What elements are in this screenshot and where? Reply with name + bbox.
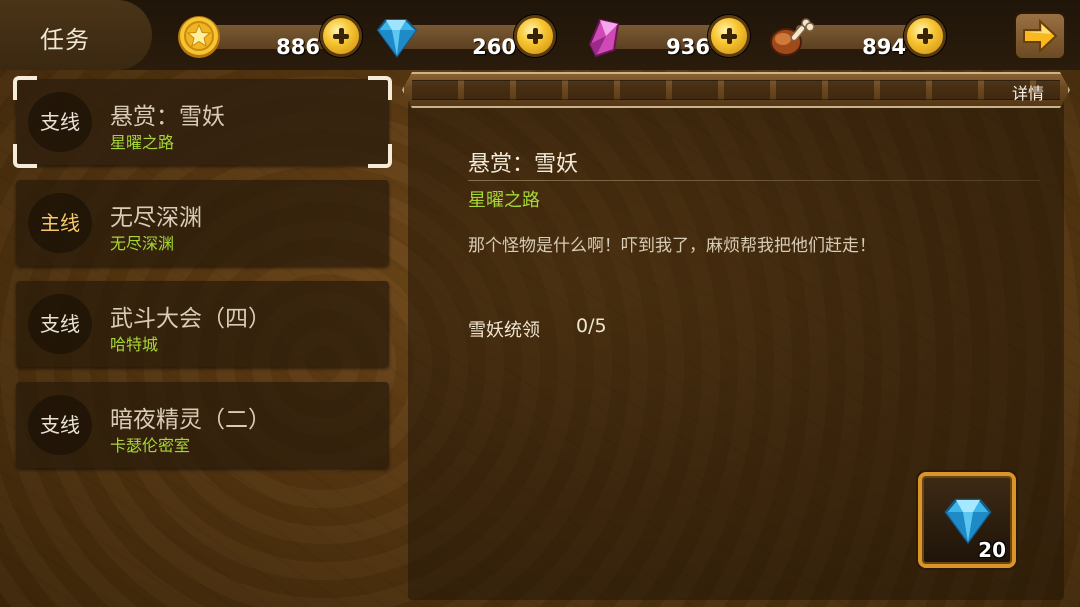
quest-location: 哈特城 xyxy=(110,335,159,354)
reward-count: 20 xyxy=(978,538,1006,562)
gold-coin-icon xyxy=(178,16,220,58)
meat-value: 894 xyxy=(862,35,906,59)
resource-crystal: 936 xyxy=(580,14,750,59)
blue-diamond-icon xyxy=(376,19,418,58)
selection-corner xyxy=(368,144,392,168)
detail-quest-title: 悬赏：雪妖 xyxy=(468,152,579,177)
selection-corner xyxy=(13,144,37,168)
gold-value: 886 xyxy=(276,35,320,59)
selection-corner xyxy=(13,76,37,100)
top-bar: 任务 886 260 936 894 xyxy=(0,0,1080,70)
detail-header-bar: 详情 xyxy=(402,72,1070,108)
resource-gold: 886 xyxy=(176,14,362,59)
objective-label: 雪妖统领 xyxy=(468,320,540,341)
quest-location: 卡瑟伦密室 xyxy=(110,436,191,455)
arrow-right-icon xyxy=(1023,18,1058,54)
selection-corner xyxy=(368,76,392,100)
detail-quest-location: 星曜之路 xyxy=(468,190,540,211)
detail-tab-label[interactable]: 详情 xyxy=(1012,80,1044,104)
diamond-value: 260 xyxy=(472,35,516,59)
crystal-add-button[interactable] xyxy=(708,15,750,57)
resource-diamond: 260 xyxy=(372,14,556,59)
pink-crystal-icon xyxy=(588,18,620,58)
quest-title: 无尽深渊 xyxy=(110,205,202,231)
quest-list-item[interactable]: 主线 无尽深渊 无尽深渊 xyxy=(16,180,389,266)
next-button[interactable] xyxy=(1014,12,1066,60)
quest-type-badge: 支线 xyxy=(28,395,92,455)
reward-item-slot[interactable]: 20 xyxy=(918,472,1016,568)
quest-location: 无尽深渊 xyxy=(110,234,175,253)
resource-meat: 894 xyxy=(768,14,946,59)
quest-type-badge: 支线 xyxy=(28,294,92,354)
quest-location: 星曜之路 xyxy=(110,133,175,152)
quest-list-item[interactable]: 支线 暗夜精灵（二） 卡瑟伦密室 xyxy=(16,382,389,468)
title-tab: 任务 xyxy=(0,0,152,70)
diamond-add-button[interactable] xyxy=(514,15,556,57)
quest-type-badge: 主线 xyxy=(28,193,92,253)
crystal-value: 936 xyxy=(666,35,710,59)
detail-quest-description: 那个怪物是什么啊！吓到我了，麻烦帮我把他们赶走！ xyxy=(468,236,876,256)
page-title: 任务 xyxy=(40,26,90,54)
meat-drumstick-icon xyxy=(770,18,815,56)
quest-list-item[interactable]: 支线 悬赏：雪妖 星曜之路 xyxy=(13,76,392,168)
quest-type-badge: 支线 xyxy=(28,92,92,152)
quest-title: 悬赏：雪妖 xyxy=(110,104,225,130)
gold-add-button[interactable] xyxy=(320,15,362,57)
quest-title: 武斗大会（四） xyxy=(110,306,271,332)
divider xyxy=(468,180,1040,181)
quest-list-item[interactable]: 支线 武斗大会（四） 哈特城 xyxy=(16,281,389,367)
quest-title: 暗夜精灵（二） xyxy=(110,407,271,433)
meat-add-button[interactable] xyxy=(904,15,946,57)
objective-progress: 0/5 xyxy=(576,315,607,337)
